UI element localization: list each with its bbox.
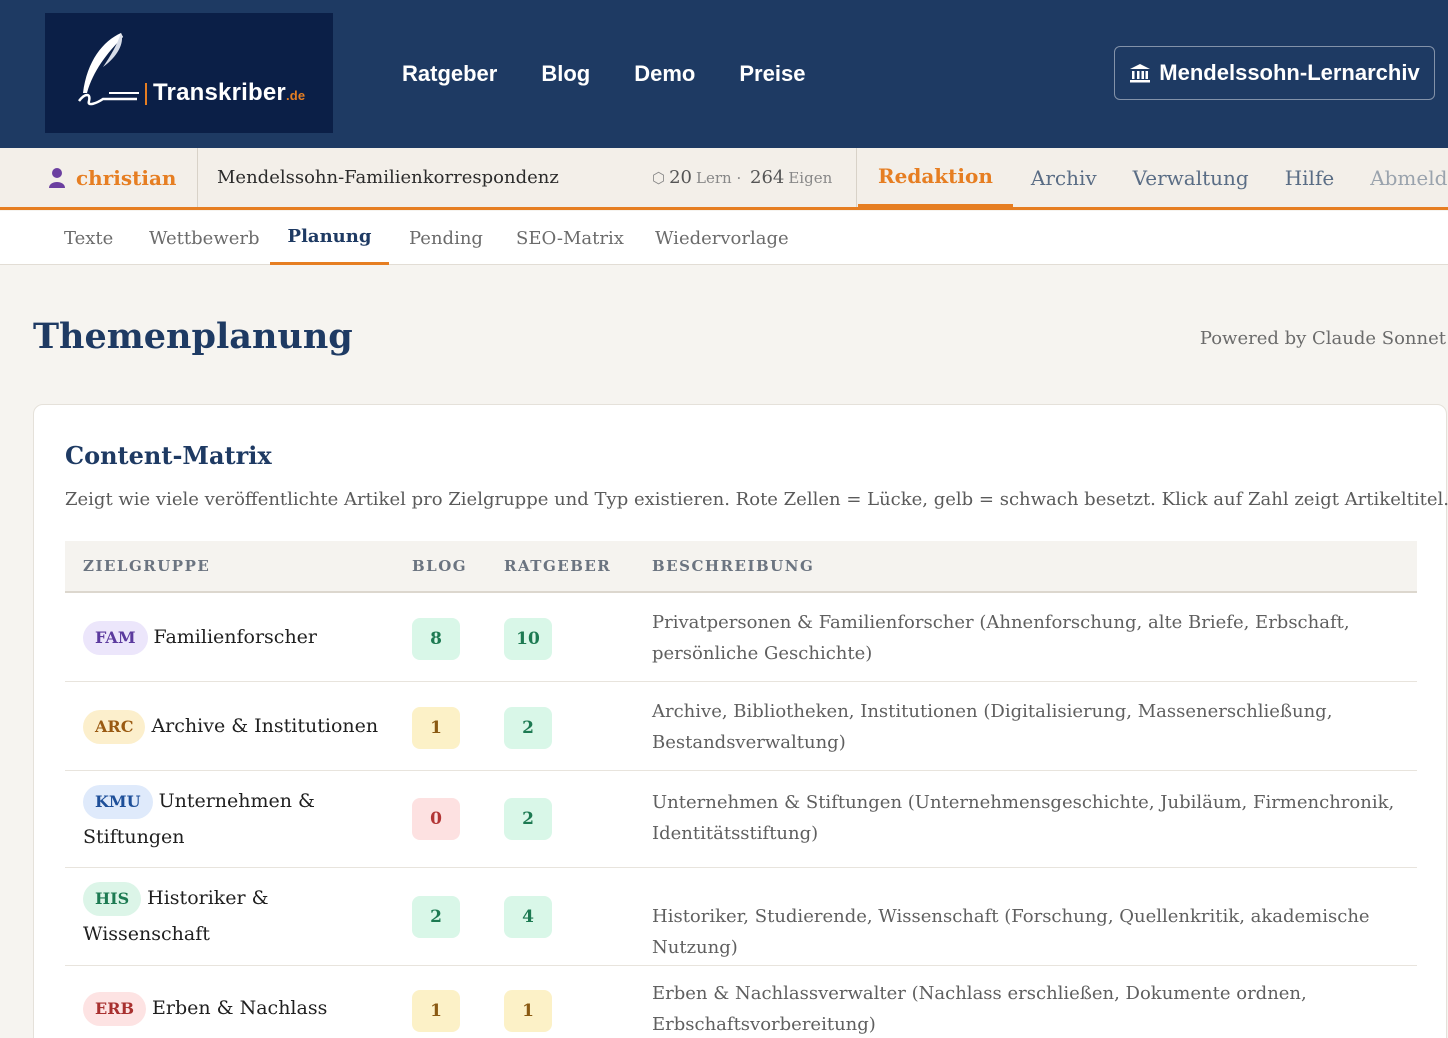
ratgeber-count-button[interactable]: 10 <box>504 618 552 660</box>
nav-verwaltung[interactable]: Verwaltung <box>1115 148 1267 207</box>
nav-redaktion[interactable]: Redaktion <box>858 148 1013 207</box>
blog-count-button[interactable]: 2 <box>412 896 460 938</box>
lern-label: Lern <box>696 168 732 187</box>
page-title: Themenplanung <box>33 316 353 357</box>
card-title: Content-Matrix <box>65 441 272 470</box>
logo-divider <box>145 83 147 105</box>
group-description: Unternehmen & Stiftungen (Unternehmensge… <box>652 792 1395 844</box>
header-beschreibung: BESCHREIBUNG <box>652 557 815 575</box>
group-name: Archive & Institutionen <box>151 715 379 737</box>
target-group-cell: ARC Archive & Institutionen <box>83 708 383 744</box>
table-row: ARC Archive & Institutionen 1 2 Archive, Bib… <box>65 682 1417 771</box>
nav-archiv[interactable]: Archiv <box>1013 148 1115 207</box>
document-counts: ⬡ 20 Lern · 264 Eigen <box>652 148 832 207</box>
username: christian <box>76 165 177 190</box>
divider <box>197 148 198 207</box>
group-code-badge: ERB <box>83 992 147 1026</box>
group-name: Erben & Nachlass <box>152 997 328 1019</box>
dot-separator: · <box>731 168 746 187</box>
header-zielgruppe: ZIELGRUPPE <box>83 557 211 575</box>
hexagon-icon: ⬡ <box>652 168 666 187</box>
section-tabs: Texte Wettbewerb Planung Pending SEO-Mat… <box>0 211 1448 265</box>
blog-count-button[interactable]: 1 <box>412 990 460 1032</box>
header-ratgeber: RATGEBER <box>504 557 612 575</box>
tab-seo-matrix[interactable]: SEO-Matrix <box>516 211 624 265</box>
target-group-cell: HIS Historiker & Wissenschaft <box>83 880 383 952</box>
eigen-count: 264 <box>750 167 785 188</box>
group-description: Privatpersonen & Familienforscher (Ahnen… <box>652 612 1350 664</box>
nav-demo[interactable]: Demo <box>634 61 695 87</box>
nav-preise[interactable]: Preise <box>739 61 805 87</box>
group-code-badge: KMU <box>83 785 153 819</box>
quill-pen-icon <box>78 33 139 106</box>
header-blog: BLOG <box>412 557 468 575</box>
tab-texte[interactable]: Texte <box>64 211 113 265</box>
ratgeber-count-button[interactable]: 2 <box>504 707 552 749</box>
lern-count: 20 <box>669 167 693 188</box>
logo-tld: .de <box>285 88 306 103</box>
divider <box>856 148 857 207</box>
card-description: Zeigt wie viele veröffentlichte Artikel … <box>65 489 1448 510</box>
group-description: Erben & Nachlassverwalter (Nachlass ersc… <box>652 983 1307 1035</box>
table-header: ZIELGRUPPE BLOG RATGEBER BESCHREIBUNG <box>65 541 1417 593</box>
group-code-badge: FAM <box>83 621 148 655</box>
site-logo[interactable]: Transkriber.de <box>45 13 333 133</box>
nav-blog[interactable]: Blog <box>541 61 590 87</box>
ratgeber-count-button[interactable]: 1 <box>504 990 552 1032</box>
blog-count-button[interactable]: 1 <box>412 707 460 749</box>
nav-ratgeber[interactable]: Ratgeber <box>402 61 497 87</box>
user-icon <box>49 167 65 188</box>
ratgeber-count-button[interactable]: 4 <box>504 896 552 938</box>
table-row: ERB Erben & Nachlass 1 1 Erben & Nachlassver… <box>65 966 1417 1038</box>
archive-button-label: Mendelssohn-Lernarchiv <box>1159 60 1420 85</box>
target-group-cell: KMU Unternehmen & Stiftungen <box>83 783 383 855</box>
tab-planung[interactable]: Planung <box>270 211 389 265</box>
group-description: Historiker, Studierende, Wissenschaft (F… <box>652 906 1370 958</box>
institution-icon <box>1130 64 1151 83</box>
nav-hilfe[interactable]: Hilfe <box>1267 148 1352 207</box>
group-code-badge: ARC <box>83 710 146 744</box>
tab-pending[interactable]: Pending <box>409 211 483 265</box>
group-description: Archive, Bibliotheken, Institutionen (Di… <box>652 701 1333 753</box>
table-row: FAM Familienforscher 8 10 Privatpersonen & F… <box>65 593 1417 682</box>
target-group-cell: FAM Familienforscher <box>83 619 383 655</box>
project-name[interactable]: Mendelssohn-Familienkorrespondenz <box>217 148 559 207</box>
tab-wiedervorlage[interactable]: Wiedervorlage <box>655 211 789 265</box>
nav-abmelden[interactable]: Abmelden <box>1352 148 1448 207</box>
main-nav: Redaktion Archiv Verwaltung Hilfe Abmeld… <box>858 148 1448 207</box>
eigen-label: Eigen <box>788 168 833 187</box>
primary-nav: Ratgeber Blog Demo Preise <box>380 0 827 148</box>
blog-count-button[interactable]: 0 <box>412 798 460 840</box>
table-row: HIS Historiker & Wissenschaft 2 4 Historiker… <box>65 868 1417 966</box>
group-code-badge: HIS <box>83 882 142 916</box>
table-row: KMU Unternehmen & Stiftungen 0 2 Unternehmen… <box>65 771 1417 868</box>
archive-button[interactable]: Mendelssohn-Lernarchiv <box>1114 46 1435 100</box>
content-matrix-card: Content-Matrix Zeigt wie viele veröffent… <box>33 404 1448 1038</box>
powered-by-note: Powered by Claude Sonnet <box>1199 328 1446 349</box>
blog-count-button[interactable]: 8 <box>412 618 460 660</box>
top-header: Transkriber.de Ratgeber Blog Demo Preise… <box>0 0 1448 148</box>
target-group-cell: ERB Erben & Nachlass <box>83 990 383 1026</box>
logo-text: Transkriber.de <box>153 79 306 106</box>
tab-wettbewerb[interactable]: Wettbewerb <box>149 211 260 265</box>
ratgeber-count-button[interactable]: 2 <box>504 798 552 840</box>
group-name: Familienforscher <box>153 626 318 648</box>
context-bar: christian Mendelssohn-Familienkorrespond… <box>0 148 1448 210</box>
user-menu[interactable]: christian <box>48 148 176 207</box>
